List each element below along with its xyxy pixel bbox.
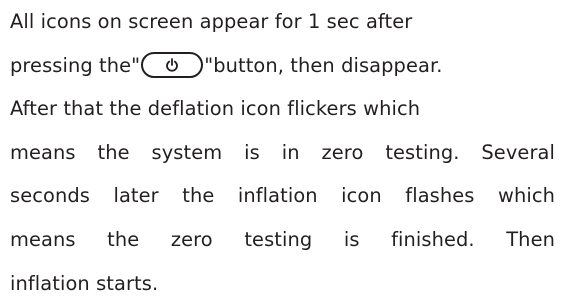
text-line-6: means the zero testing is finished. Then xyxy=(10,227,555,251)
instruction-paragraph: All icons on screen appear for 1 sec aft… xyxy=(10,0,555,305)
text-line-2-end: "button, then disappear. xyxy=(204,53,443,77)
text-line-4: means the system is in zero testing. Sev… xyxy=(10,140,555,164)
text-line-3: After that the deflation icon flickers w… xyxy=(10,97,421,121)
power-icon xyxy=(166,57,179,72)
power-button-symbol xyxy=(141,51,204,78)
text-line-2: pressing the" "button, then disappear. xyxy=(10,44,555,88)
text-line-2-start: pressing the" xyxy=(10,53,141,77)
text-line-1: All icons on screen appear for 1 sec aft… xyxy=(10,10,413,33)
text-line-7: inflation starts. xyxy=(10,271,159,295)
text-line-5: seconds later the inflation icon flashes… xyxy=(10,184,555,208)
